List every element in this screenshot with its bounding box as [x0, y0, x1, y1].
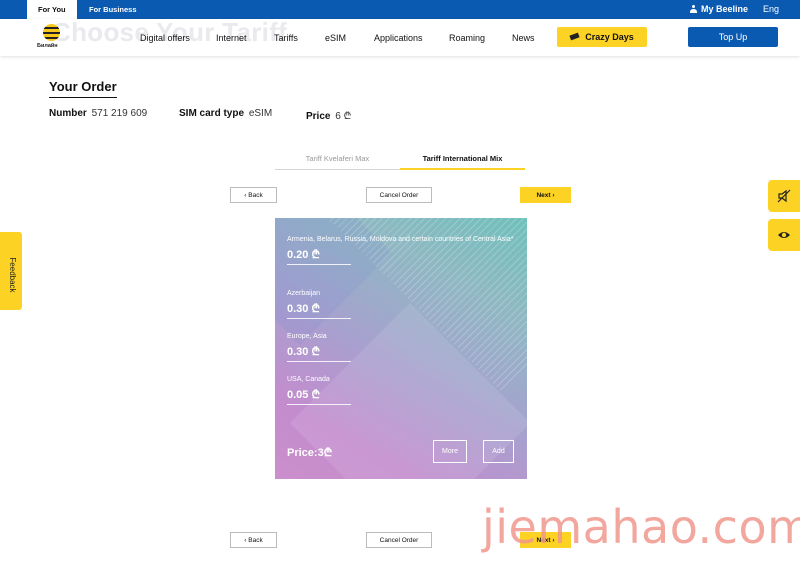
main-nav: Choose Your Tariff Билайн Digital offers… — [0, 17, 800, 56]
rate-item: Europe, Asia 0.30 ₾ — [287, 332, 517, 362]
number-label: Number — [49, 108, 87, 119]
order-price: Price 6 ₾ — [306, 108, 351, 122]
add-button[interactable]: Add — [483, 440, 514, 463]
logo-ball-icon — [43, 24, 60, 41]
order-number: Number 571 219 609 — [49, 108, 147, 119]
card-price: Price:3₾ — [287, 447, 333, 459]
language-switch[interactable]: Eng — [763, 0, 779, 19]
order-title: Your Order — [49, 79, 117, 98]
top-up-button[interactable]: Top Up — [688, 27, 778, 47]
order-sim-type: SIM card type eSIM — [179, 108, 272, 119]
back-button-top[interactable]: ‹ Back — [230, 187, 277, 203]
nav-news[interactable]: News — [512, 33, 535, 43]
accessibility-view-button[interactable] — [768, 219, 800, 251]
crazy-days-button[interactable]: Crazy Days — [557, 27, 647, 47]
sim-label: SIM card type — [179, 108, 245, 119]
watermark-text: jiemahao.com — [482, 500, 800, 554]
tariff-card: Armenia, Belarus, Russia, Moldova and ce… — [275, 218, 527, 479]
my-beeline-label: My Beeline — [700, 4, 748, 14]
tab-kvelaferi-max[interactable]: Tariff Kvelaferi Max — [275, 150, 400, 170]
rate-country: Europe, Asia — [287, 333, 327, 340]
rate-price: 0.30 ₾ — [287, 344, 351, 362]
user-icon — [689, 5, 697, 13]
more-button[interactable]: More — [433, 440, 467, 463]
sound-toggle-button[interactable] — [768, 180, 800, 212]
number-value: 571 219 609 — [91, 108, 148, 119]
tab-international-mix[interactable]: Tariff International Mix — [400, 150, 525, 170]
my-beeline-link[interactable]: My Beeline — [689, 0, 748, 19]
rate-price: 0.20 ₾ — [287, 247, 351, 265]
page: For You For Business My Beeline Eng Choo… — [0, 0, 800, 576]
cancel-order-button-top[interactable]: Cancel Order — [366, 187, 432, 203]
logo-text: Билайн — [37, 43, 58, 49]
rate-price: 0.05 ₾ — [287, 387, 351, 405]
nav-applications[interactable]: Applications — [374, 33, 423, 43]
nav-roaming[interactable]: Roaming — [449, 33, 485, 43]
tag-icon — [569, 32, 580, 41]
price-label: Price — [306, 111, 331, 122]
price-value: 6 ₾ — [335, 111, 352, 122]
rate-item: Azerbaijan 0.30 ₾ — [287, 289, 517, 319]
sim-value: eSIM — [248, 108, 273, 119]
rate-item: USA, Canada 0.05 ₾ — [287, 375, 517, 405]
feedback-label: Feedback — [8, 257, 17, 293]
next-button-top[interactable]: Next › — [520, 187, 571, 203]
back-button-bottom[interactable]: ‹ Back — [230, 532, 277, 548]
rate-price: 0.30 ₾ — [287, 301, 351, 319]
nav-esim[interactable]: eSIM — [325, 33, 346, 43]
no-sound-icon — [777, 189, 791, 203]
cancel-order-button-bottom[interactable]: Cancel Order — [366, 532, 432, 548]
rate-country: USA, Canada — [287, 376, 330, 383]
rate-country: Azerbaijan — [287, 290, 321, 297]
rate-country: Armenia, Belarus, Russia, Moldova and ce… — [287, 236, 514, 243]
feedback-tab[interactable]: Feedback — [0, 232, 22, 310]
rate-item: Armenia, Belarus, Russia, Moldova and ce… — [287, 235, 517, 265]
crazy-days-label: Crazy Days — [585, 32, 634, 42]
eye-icon — [778, 232, 790, 238]
nav-tariffs[interactable]: Tariffs — [274, 33, 298, 43]
nav-internet[interactable]: Internet — [216, 33, 247, 43]
beeline-logo[interactable]: Билайн — [37, 24, 67, 54]
nav-digital-offers[interactable]: Digital offers — [140, 33, 190, 43]
